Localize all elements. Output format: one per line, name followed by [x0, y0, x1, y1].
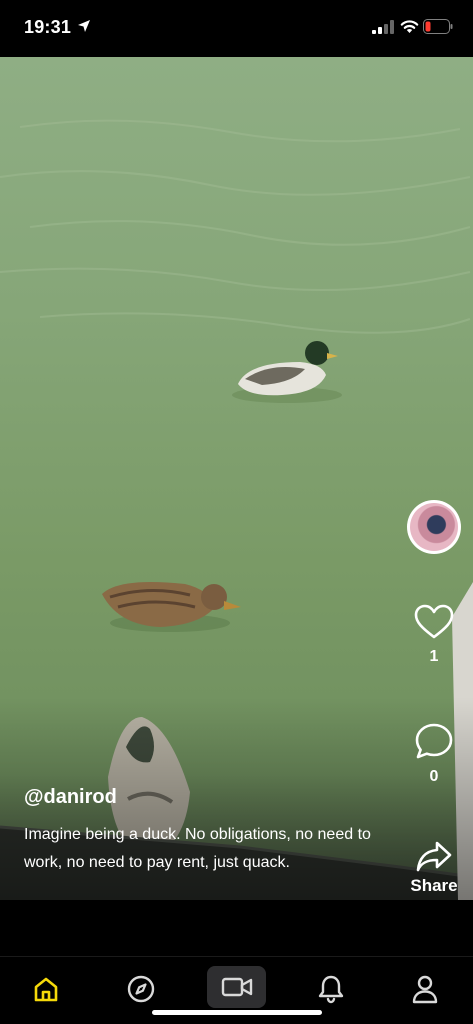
- video-frame: [0, 119, 473, 900]
- status-time: 19:31: [24, 17, 72, 37]
- cellular-signal-icon: [372, 20, 394, 34]
- bell-icon: [318, 975, 344, 1004]
- tab-notifications[interactable]: [311, 971, 351, 1007]
- post-caption: Imagine being a duck. No obligations, no…: [24, 826, 371, 871]
- wifi-icon: [400, 20, 419, 33]
- comment-bubble-icon: [415, 723, 453, 759]
- like-count: 1: [429, 648, 439, 665]
- tab-record[interactable]: [207, 966, 266, 1008]
- share-arrow-icon: [416, 841, 452, 872]
- compass-icon: [127, 975, 155, 1003]
- video-bottom-bar: [0, 900, 473, 956]
- comment-count: 0: [429, 768, 439, 785]
- status-bar: 19:31: [0, 0, 473, 57]
- duck-image: [102, 581, 241, 632]
- heart-icon: [414, 604, 454, 639]
- tab-profile[interactable]: [405, 971, 445, 1007]
- tab-home[interactable]: [26, 971, 66, 1007]
- creator-avatar[interactable]: [407, 500, 461, 554]
- location-arrow-icon: [78, 20, 90, 32]
- post-caption-area: @danirod Imagine being a duck. No obliga…: [24, 786, 384, 877]
- post-username[interactable]: @danirod: [24, 786, 384, 809]
- battery-low-icon: [423, 19, 453, 34]
- home-icon: [34, 977, 58, 1002]
- home-indicator[interactable]: [152, 1010, 322, 1015]
- video-camera-icon: [221, 977, 252, 997]
- share-button[interactable]: Share: [404, 840, 464, 896]
- duck-image: [232, 341, 342, 403]
- person-icon: [412, 975, 438, 1004]
- like-button[interactable]: 1: [410, 604, 458, 666]
- avatar-image: [410, 503, 458, 551]
- share-label: Share: [410, 876, 458, 895]
- video-player[interactable]: 1 0 Share @danirod Imagine being a duck.…: [0, 57, 473, 900]
- tab-explore[interactable]: [121, 971, 161, 1007]
- comment-button[interactable]: 0: [410, 722, 458, 786]
